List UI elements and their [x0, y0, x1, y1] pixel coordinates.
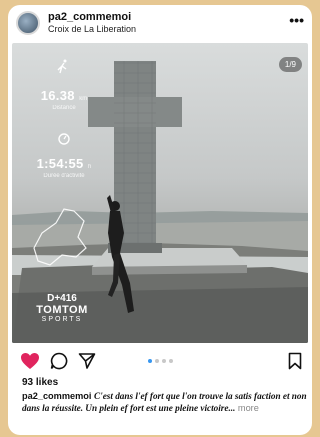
brand-name: TOMTOM [36, 304, 88, 316]
carousel-dots [148, 359, 173, 363]
brand-subtitle: SPORTS [41, 316, 83, 323]
distance-unit: km [79, 96, 88, 102]
caption-more-link[interactable]: more [238, 403, 259, 413]
post-photo[interactable]: 1/9 16.38 km Distance 1:54:55 h Durée d'… [12, 43, 308, 343]
post-header: pa2_commemoi Croix de La Liberation ••• [8, 5, 312, 41]
image-counter: 1/9 [278, 57, 302, 72]
caption-username[interactable]: pa2_commemoi [22, 391, 91, 401]
bookmark-icon[interactable] [288, 352, 302, 370]
carousel-dot-4[interactable] [169, 359, 173, 363]
carousel-dot-1[interactable] [148, 359, 152, 363]
heart-icon[interactable] [20, 352, 40, 370]
location[interactable]: Croix de La Liberation [48, 24, 136, 34]
elevation-gain: D+416 [47, 293, 77, 304]
comment-icon[interactable] [50, 352, 68, 370]
duration-unit: h [88, 164, 92, 170]
duration-value: 1:54:55 [36, 156, 84, 171]
action-bar [8, 349, 312, 373]
distance-label: Distance [52, 105, 76, 111]
caption: pa2_commemoi C'est dans l'ef fort que l'… [22, 390, 308, 414]
username[interactable]: pa2_commemoi [48, 11, 131, 23]
distance-value: 16.38 [40, 88, 75, 103]
post-card: pa2_commemoi Croix de La Liberation ••• [8, 5, 312, 435]
carousel-dot-2[interactable] [155, 359, 159, 363]
share-icon[interactable] [78, 352, 96, 370]
likes-count[interactable]: 93 likes [22, 377, 58, 388]
more-horizontal-icon[interactable]: ••• [289, 12, 304, 28]
duration-label: Durée d'activité [43, 173, 85, 179]
avatar[interactable] [16, 11, 40, 35]
duration-stat: 1:54:55 h Durée d'activité [24, 155, 104, 179]
carousel-dot-3[interactable] [162, 359, 166, 363]
tomtom-sports-badge: D+416 TOMTOM SPORTS [22, 293, 102, 323]
distance-stat: 16.38 km Distance [24, 87, 104, 111]
